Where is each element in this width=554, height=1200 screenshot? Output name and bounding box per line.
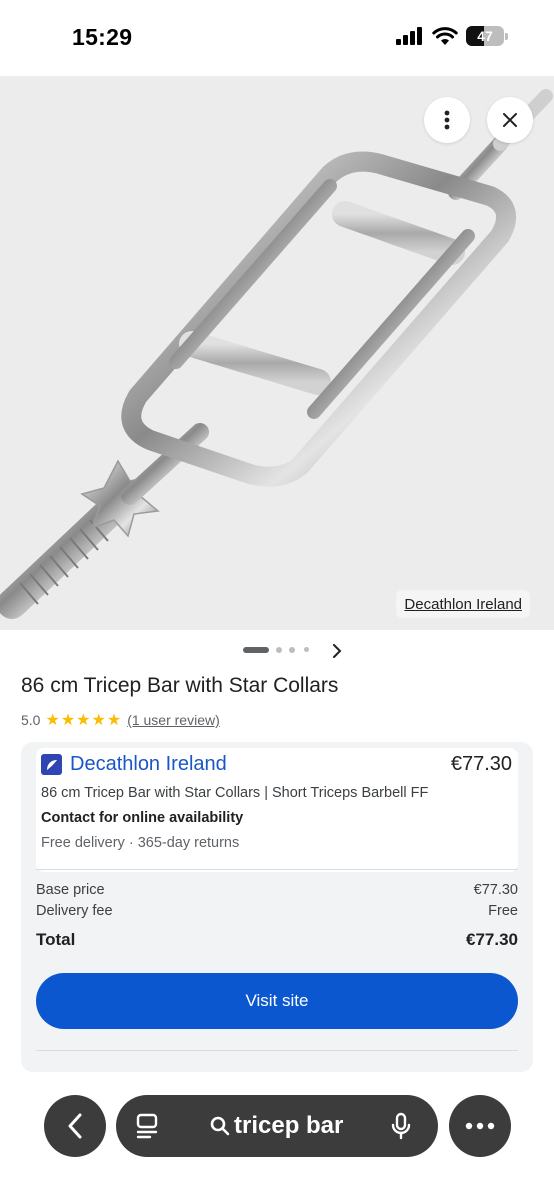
image-source-link[interactable]: Decathlon Ireland: [396, 590, 530, 618]
delivery-fee-value: Free: [488, 903, 518, 919]
chevron-right-icon[interactable]: [332, 644, 342, 658]
battery-icon: 47: [466, 26, 504, 46]
rating-value: 5.0: [21, 712, 41, 728]
availability-text: Contact for online availability: [41, 810, 244, 826]
status-bar: 15:29 47: [0, 0, 554, 76]
status-icons: 47: [396, 26, 508, 46]
delivery-fee-label: Delivery fee: [36, 903, 113, 919]
divider: [36, 1050, 518, 1051]
product-image[interactable]: Decathlon Ireland: [0, 76, 554, 630]
store-name-link[interactable]: Decathlon Ireland: [70, 753, 227, 776]
more-menu-button[interactable]: [449, 1095, 511, 1157]
rating-row: 5.0 ★★★★★ (1 user review): [21, 710, 220, 730]
more-horiz-icon: [465, 1122, 495, 1130]
visit-site-button[interactable]: Visit site: [36, 973, 518, 1029]
carousel-dot[interactable]: [289, 647, 295, 653]
delivery-text: Free delivery · 365-day returns: [41, 835, 240, 851]
tricep-bar-image: [0, 89, 553, 619]
total-row: Total €77.30: [36, 930, 518, 950]
mic-icon[interactable]: [391, 1112, 411, 1140]
signal-icon: [396, 27, 422, 45]
divider: [36, 869, 518, 870]
search-bar[interactable]: tricep bar: [116, 1095, 438, 1157]
carousel-dot-active[interactable]: [243, 647, 269, 653]
back-arrow-icon: [68, 1113, 82, 1139]
store-row[interactable]: Decathlon Ireland: [41, 753, 227, 776]
wifi-icon: [432, 26, 458, 45]
battery-level: 47: [477, 28, 493, 44]
status-time: 15:29: [72, 24, 133, 50]
offer-price: €77.30: [450, 753, 512, 775]
base-price-label: Base price: [36, 882, 105, 898]
search-icon: [210, 1116, 230, 1136]
base-price-value: €77.30: [473, 882, 518, 898]
close-button[interactable]: [487, 97, 533, 143]
carousel-dot[interactable]: [276, 647, 282, 653]
more-options-button[interactable]: [424, 97, 470, 143]
back-button[interactable]: [44, 1095, 106, 1157]
offer-description: 86 cm Tricep Bar with Star Collars | Sho…: [41, 785, 429, 801]
close-icon: [503, 113, 517, 127]
review-count-link[interactable]: (1 user review): [127, 712, 220, 728]
star-rating-icon: ★★★★★: [45, 712, 123, 729]
base-price-row: Base price €77.30: [36, 882, 518, 898]
total-label: Total: [36, 930, 76, 949]
decathlon-logo-icon: [41, 754, 62, 775]
delivery-fee-row: Delivery fee Free: [36, 903, 518, 919]
carousel-dot[interactable]: [304, 647, 309, 652]
tabs-icon[interactable]: [136, 1113, 158, 1139]
more-vert-icon: [444, 110, 450, 130]
product-title: 86 cm Tricep Bar with Star Collars: [21, 674, 339, 697]
search-query[interactable]: tricep bar: [234, 1112, 343, 1140]
total-value: €77.30: [466, 930, 518, 949]
